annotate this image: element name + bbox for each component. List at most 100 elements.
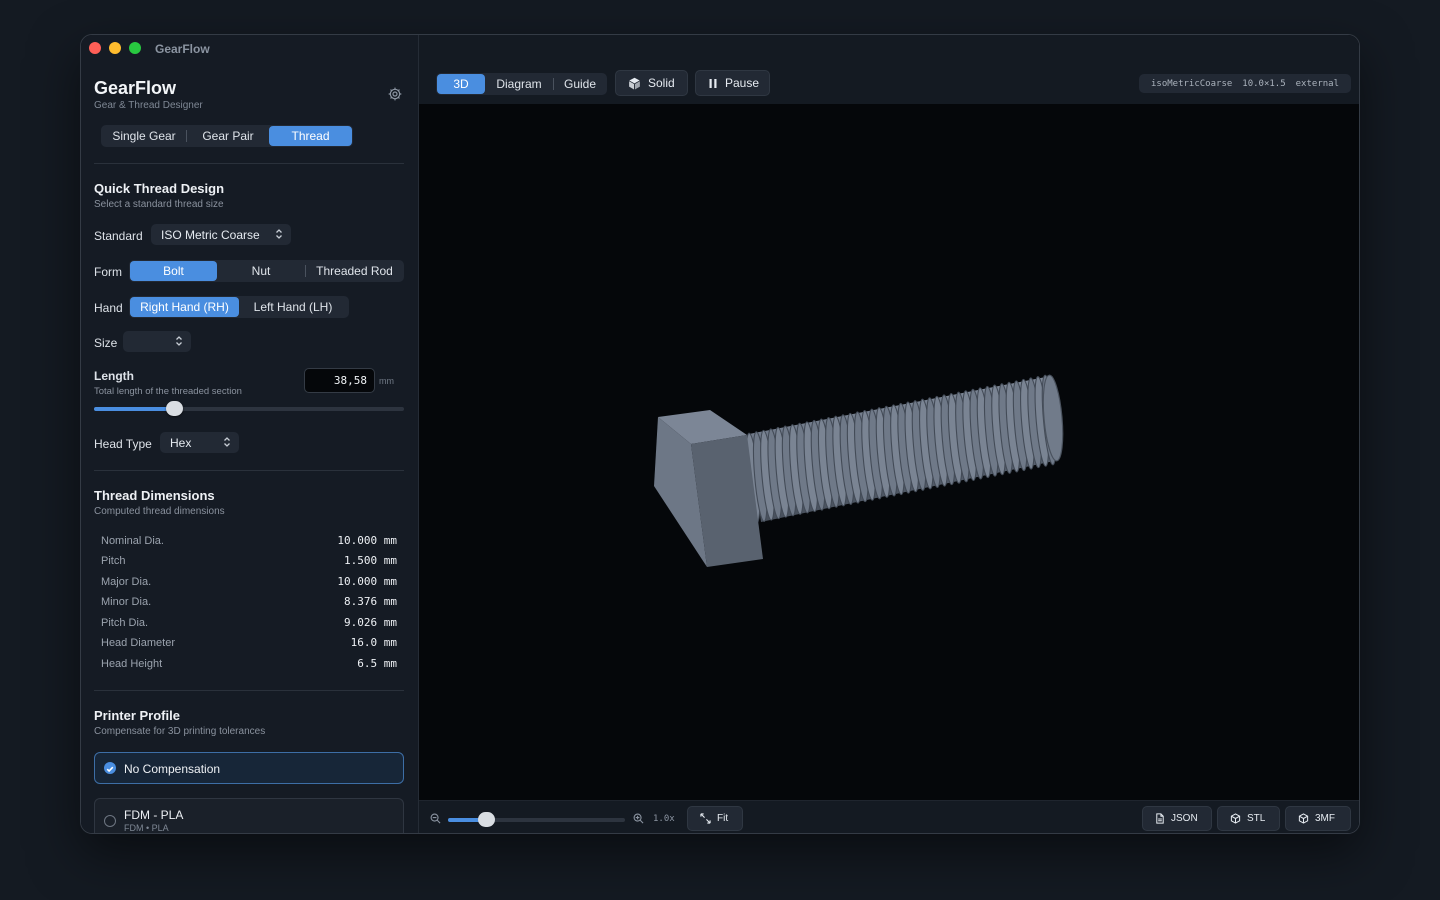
dimension-value: 8.376 mm	[344, 595, 397, 608]
chevron-updown-icon	[276, 229, 282, 239]
dimension-row: Nominal Dia. 10.000 mm	[101, 532, 397, 552]
tab-guide[interactable]: Guide	[554, 74, 606, 94]
app-title: GearFlow	[94, 78, 177, 98]
radio-checked-icon	[104, 762, 116, 774]
dimension-row: Head Diameter 16.0 mm	[101, 634, 397, 654]
titlebar: GearFlow	[81, 35, 418, 63]
minimize-window-button[interactable]	[109, 42, 121, 54]
quick-design-subtitle: Select a standard thread size	[94, 199, 224, 210]
pause-button[interactable]: Pause	[695, 70, 770, 96]
sidebar: GearFlow GearFlow Gear & Thread Designer…	[81, 35, 419, 833]
size-label: Size	[94, 336, 118, 350]
length-unit: mm	[379, 376, 394, 386]
printer-profile-subtitle: Compensate for 3D printing tolerances	[94, 726, 266, 737]
dimension-value: 10.000 mm	[337, 575, 397, 588]
zoom-value: 1.0x	[653, 814, 675, 824]
length-slider-fill	[94, 407, 175, 411]
tab-3d[interactable]: 3D	[437, 74, 485, 94]
view-tabs: 3D Diagram Guide	[436, 73, 607, 95]
length-label: Length	[94, 369, 134, 383]
profile-name: FDM - PLA	[124, 808, 184, 822]
app-subtitle: Gear & Thread Designer	[94, 100, 203, 111]
tab-thread[interactable]: Thread	[269, 126, 352, 146]
divider	[94, 690, 404, 691]
export-stl-button[interactable]: STL	[1217, 806, 1280, 831]
length-subtitle: Total length of the threaded section	[94, 386, 242, 397]
fit-label: Fit	[717, 813, 729, 824]
radio-unchecked-icon	[104, 815, 116, 827]
head-type-value: Hex	[170, 435, 192, 450]
bottom-bar: 1.0x Fit JSON STL 3MF	[419, 800, 1359, 833]
dimension-value: 9.026 mm	[344, 616, 397, 629]
gear-icon[interactable]	[387, 86, 403, 102]
3d-viewport[interactable]	[419, 104, 1359, 800]
tab-gear-pair[interactable]: Gear Pair	[187, 126, 269, 146]
hand-option-left[interactable]: Left Hand (LH)	[239, 297, 347, 317]
cube-icon	[629, 77, 640, 89]
dimension-row: Major Dia. 10.000 mm	[101, 573, 397, 593]
dimension-value: 10.000 mm	[337, 534, 397, 547]
dimension-row: Pitch Dia. 9.026 mm	[101, 614, 397, 634]
divider	[94, 470, 404, 471]
export-json-button[interactable]: JSON	[1142, 806, 1212, 831]
form-option-threaded-rod[interactable]: Threaded Rod	[306, 261, 403, 281]
length-slider[interactable]	[94, 401, 404, 416]
app-window: GearFlow GearFlow Gear & Thread Designer…	[80, 34, 1360, 834]
solid-label: Solid	[648, 76, 675, 90]
pause-icon	[709, 78, 717, 88]
standard-select[interactable]: ISO Metric Coarse	[151, 224, 291, 245]
form-segmented: Bolt Nut Threaded Rod	[129, 260, 404, 282]
cube-icon	[1298, 813, 1309, 824]
dimension-value: 6.5 mm	[357, 657, 397, 670]
hand-option-right[interactable]: Right Hand (RH)	[130, 297, 239, 317]
form-option-bolt[interactable]: Bolt	[130, 261, 217, 281]
thread-info-tags: isoMetricCoarse 10.0×1.5 external	[1139, 74, 1351, 93]
dimension-row: Head Height 6.5 mm	[101, 655, 397, 675]
close-window-button[interactable]	[89, 42, 101, 54]
dimension-label: Nominal Dia.	[101, 535, 164, 547]
divider	[94, 163, 404, 164]
dimension-label: Head Diameter	[101, 637, 175, 649]
head-type-select[interactable]: Hex	[160, 432, 239, 453]
size-select[interactable]	[123, 331, 191, 352]
main-area: 3D Diagram Guide Solid Pause isoMetricCo…	[419, 35, 1359, 833]
zoom-out-icon[interactable]	[430, 813, 441, 824]
window-title: GearFlow	[155, 42, 210, 56]
zoom-slider[interactable]	[448, 812, 625, 827]
export-3mf-button[interactable]: 3MF	[1285, 806, 1351, 831]
fit-icon	[700, 813, 711, 824]
tag-type: external	[1295, 78, 1339, 89]
form-label: Form	[94, 265, 122, 279]
toolbar: 3D Diagram Guide Solid Pause isoMetricCo…	[419, 35, 1359, 104]
tag-size: 10.0×1.5	[1242, 78, 1286, 89]
profile-option-fdm-pla[interactable]: FDM - PLA FDM • PLA	[94, 798, 404, 833]
tab-single-gear[interactable]: Single Gear	[102, 126, 186, 146]
hand-segmented: Right Hand (RH) Left Hand (LH)	[129, 296, 349, 318]
tag-standard: isoMetricCoarse	[1151, 78, 1233, 89]
solid-button[interactable]: Solid	[615, 70, 688, 96]
profile-name: No Compensation	[124, 762, 221, 776]
dimension-row: Pitch 1.500 mm	[101, 552, 397, 572]
standard-label: Standard	[94, 229, 143, 243]
form-option-nut[interactable]: Nut	[217, 261, 305, 281]
length-input[interactable]: 38,58	[304, 368, 375, 393]
export-3mf-label: 3MF	[1315, 813, 1335, 824]
dimension-label: Minor Dia.	[101, 596, 152, 608]
standard-value: ISO Metric Coarse	[161, 227, 260, 242]
file-icon	[1156, 813, 1164, 824]
chevron-updown-icon	[176, 336, 182, 346]
length-slider-thumb[interactable]	[165, 401, 183, 416]
fit-button[interactable]: Fit	[687, 806, 743, 831]
pause-label: Pause	[725, 76, 760, 90]
export-stl-label: STL	[1247, 813, 1266, 824]
zoom-slider-thumb[interactable]	[477, 812, 495, 827]
profile-option-no-compensation[interactable]: No Compensation	[94, 752, 404, 784]
dimension-value: 1.500 mm	[344, 554, 397, 567]
tab-diagram[interactable]: Diagram	[485, 74, 553, 94]
zoom-window-button[interactable]	[129, 42, 141, 54]
dimension-label: Pitch Dia.	[101, 617, 149, 629]
dimension-row: Minor Dia. 8.376 mm	[101, 593, 397, 613]
dimension-label: Head Height	[101, 658, 163, 670]
zoom-in-icon[interactable]	[633, 813, 644, 824]
thread-dimensions-subtitle: Computed thread dimensions	[94, 506, 225, 517]
